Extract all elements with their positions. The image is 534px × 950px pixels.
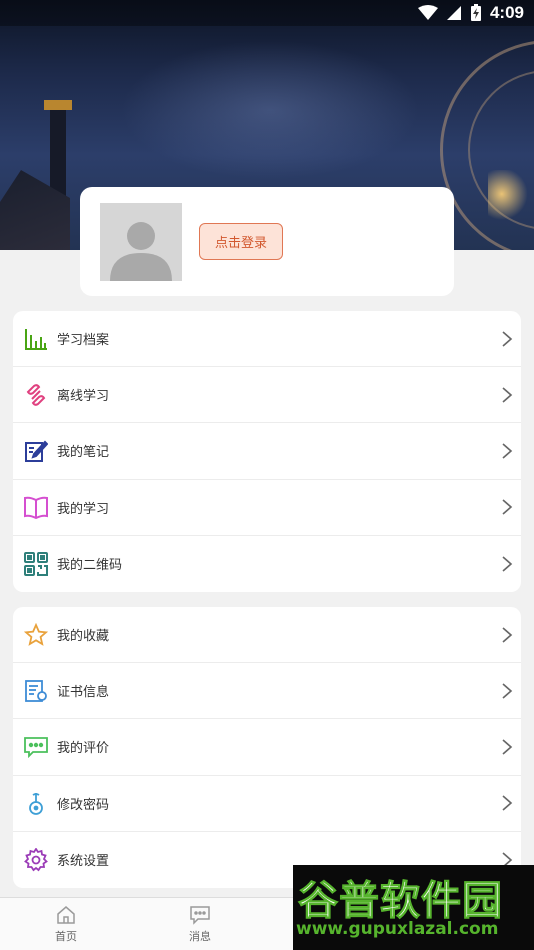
bar-chart-icon bbox=[23, 326, 49, 352]
menu-group-secondary: 我的收藏 证书信息 我的评价 修改密码 系统设置 bbox=[13, 607, 521, 888]
watermark-brand: 谷普软件园 bbox=[298, 878, 503, 925]
menu-item-my-learning[interactable]: 我的学习 bbox=[13, 480, 521, 536]
profile-card: 点击登录 bbox=[80, 187, 454, 296]
menu-item-label: 学习档案 bbox=[57, 333, 110, 349]
menu-item-label: 证书信息 bbox=[57, 685, 110, 701]
sky-glow bbox=[120, 40, 420, 180]
default-user-icon bbox=[100, 203, 182, 281]
login-button[interactable]: 点击登录 bbox=[199, 223, 283, 260]
chevron-right-icon bbox=[502, 626, 513, 643]
chevron-right-icon bbox=[502, 795, 513, 811]
home-icon bbox=[57, 906, 75, 924]
chevron-right-icon bbox=[502, 739, 513, 755]
chevron-right-icon bbox=[502, 499, 513, 515]
message-icon bbox=[190, 906, 210, 925]
key-lock-icon bbox=[23, 790, 49, 816]
tab-messages[interactable]: 消息 bbox=[156, 898, 244, 950]
star-icon bbox=[23, 622, 49, 648]
menu-item-label: 我的笔记 bbox=[57, 445, 110, 461]
menu-item-label: 我的收藏 bbox=[57, 629, 110, 645]
menu-item-my-reviews[interactable]: 我的评价 bbox=[13, 719, 521, 776]
menu-item-label: 我的学习 bbox=[57, 501, 110, 517]
status-bar: 4:09 bbox=[0, 0, 534, 26]
menu-item-favorites[interactable]: 我的收藏 bbox=[13, 607, 521, 664]
open-book-icon bbox=[23, 494, 49, 520]
menu-item-label: 我的二维码 bbox=[57, 558, 123, 574]
chevron-right-icon bbox=[502, 556, 513, 572]
chevron-right-icon bbox=[502, 330, 513, 347]
wifi-icon bbox=[417, 5, 438, 20]
menu-item-label: 修改密码 bbox=[57, 797, 110, 813]
note-pen-icon bbox=[23, 438, 49, 464]
avatar[interactable] bbox=[100, 203, 182, 281]
tab-label: 首页 bbox=[55, 930, 77, 943]
menu-item-change-password[interactable]: 修改密码 bbox=[13, 776, 521, 832]
menu-item-learning-records[interactable]: 学习档案 bbox=[13, 311, 521, 368]
menu-item-label: 系统设置 bbox=[57, 854, 110, 870]
settings-gear-icon bbox=[23, 847, 49, 873]
menu-item-label: 我的评价 bbox=[57, 741, 110, 757]
qr-code-icon bbox=[23, 551, 49, 577]
watermark-url: www.gupuxlazal.com bbox=[296, 919, 499, 939]
menu-item-my-qr-code[interactable]: 我的二维码 bbox=[13, 536, 521, 592]
menu-item-my-notes[interactable]: 我的笔记 bbox=[13, 423, 521, 480]
chevron-right-icon bbox=[502, 387, 513, 403]
comment-icon bbox=[23, 734, 49, 760]
city-lights bbox=[488, 170, 534, 250]
status-time: 4:09 bbox=[489, 3, 524, 22]
menu-item-offline-learning[interactable]: 离线学习 bbox=[13, 367, 521, 424]
tab-label: 消息 bbox=[189, 930, 211, 943]
battery-icon bbox=[470, 4, 481, 21]
menu-item-certificate-info[interactable]: 证书信息 bbox=[13, 663, 521, 720]
watermark-logo: 谷普软件园 www.gupuxlazal.com bbox=[293, 865, 534, 950]
certificate-icon bbox=[23, 678, 49, 704]
signal-icon bbox=[446, 6, 461, 20]
chevron-right-icon bbox=[502, 683, 513, 699]
tab-home[interactable]: 首页 bbox=[22, 898, 110, 950]
menu-group-primary: 学习档案 离线学习 我的笔记 我的学习 我的二维码 bbox=[13, 311, 521, 592]
offline-link-icon bbox=[23, 382, 49, 408]
chevron-right-icon bbox=[502, 443, 513, 459]
menu-item-label: 离线学习 bbox=[57, 389, 110, 405]
